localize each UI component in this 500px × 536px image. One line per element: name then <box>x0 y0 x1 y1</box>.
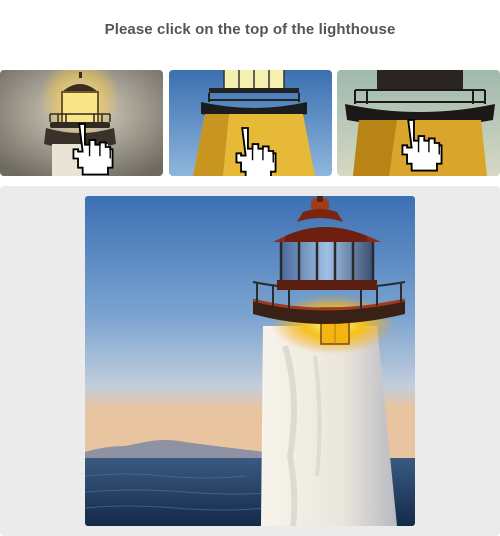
lighthouse-task-image[interactable] <box>85 196 415 526</box>
example-image-1 <box>0 70 163 176</box>
task-panel <box>0 186 500 536</box>
example-image-3 <box>337 70 500 176</box>
instruction-text: Please click on the top of the lighthous… <box>104 21 396 38</box>
example-images <box>0 70 500 176</box>
captcha-page: Please click on the top of the lighthous… <box>0 0 500 536</box>
example-image-2 <box>169 70 332 176</box>
